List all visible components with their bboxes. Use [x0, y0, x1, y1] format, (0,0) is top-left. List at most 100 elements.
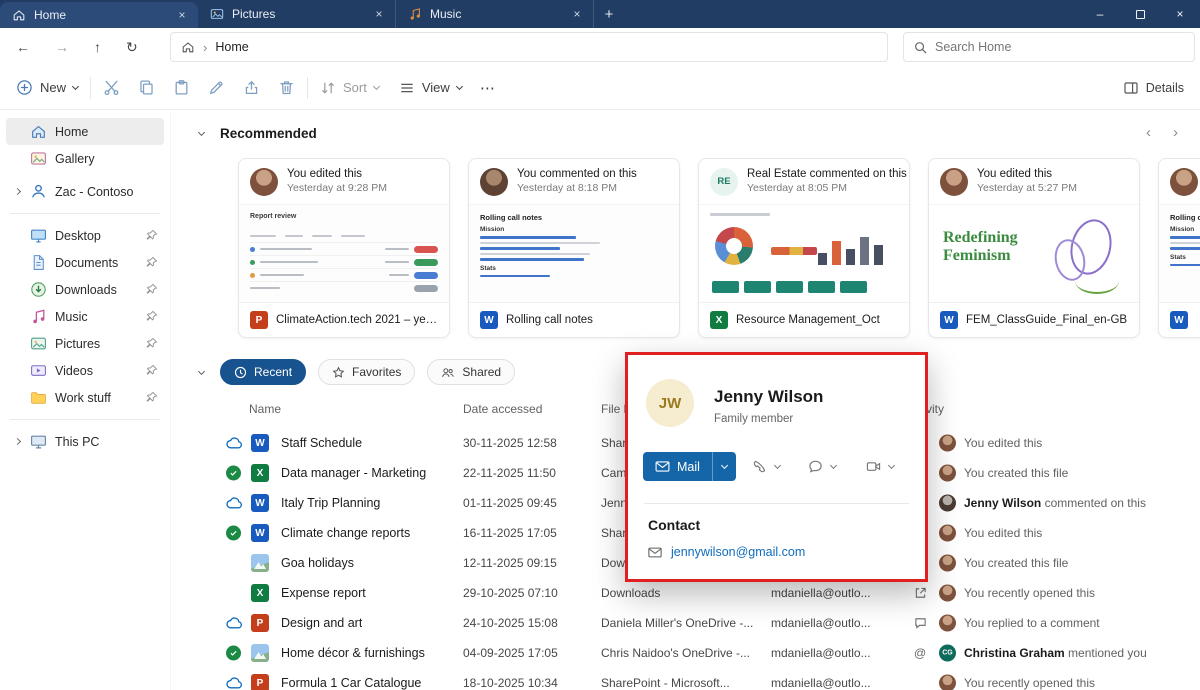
carousel-right-button[interactable]: ›: [1173, 124, 1178, 141]
sidebar-item-videos[interactable]: Videos: [6, 357, 164, 384]
view-icon: [399, 80, 415, 96]
up-button[interactable]: ↑: [94, 39, 101, 55]
tab-home[interactable]: Home ×: [0, 2, 198, 28]
recommended-card[interactable]: RE Real Estate commented on this Yesterd…: [698, 158, 910, 338]
view-button[interactable]: View: [399, 80, 462, 96]
breadcrumb[interactable]: Home: [215, 40, 248, 54]
tab-close-icon[interactable]: ×: [174, 7, 190, 23]
table-row[interactable]: Formula 1 Car Catalogue 18-10-2025 10:34…: [171, 668, 1200, 690]
more-options-button[interactable]: ⋯: [480, 79, 497, 97]
share-button[interactable]: [243, 79, 260, 96]
recommended-card[interactable]: You edited this Yesterday at 5:27 PM Red…: [928, 158, 1140, 338]
cloud-sync-icon: [226, 677, 243, 690]
file-explorer-window: Home × Pictures × Music × + – × ← →: [0, 0, 1200, 690]
rename-button[interactable]: [208, 79, 225, 96]
maximize-button[interactable]: [1120, 0, 1160, 28]
recommended-collapse-chevron[interactable]: [199, 132, 204, 135]
excel-file-icon: [710, 311, 728, 329]
titlebar: Home × Pictures × Music × + – ×: [0, 0, 1200, 28]
call-button[interactable]: [752, 459, 780, 474]
file-name[interactable]: Goa holidays: [281, 556, 354, 570]
recommended-card[interactable]: Rolling call notes Mission Stats: [1158, 158, 1200, 338]
paste-button[interactable]: [173, 79, 190, 96]
delete-button[interactable]: [278, 79, 295, 96]
minimize-button[interactable]: –: [1080, 0, 1120, 28]
forward-button[interactable]: →: [55, 39, 69, 55]
sidebar-item-this-pc[interactable]: This PC: [6, 428, 164, 455]
sidebar-item-documents[interactable]: Documents: [6, 249, 164, 276]
chevron-right-icon[interactable]: [12, 189, 22, 194]
file-name[interactable]: Home décor & furnishings: [281, 646, 425, 660]
sidebar-item-zac-contoso[interactable]: Zac - Contoso: [6, 178, 164, 205]
file-name[interactable]: Design and art: [281, 616, 362, 630]
sidebar-item-work-stuff[interactable]: Work stuff: [6, 384, 164, 411]
dashboard-preview: [699, 205, 909, 302]
sidebar-item-gallery[interactable]: Gallery: [6, 145, 164, 172]
date-accessed: 12-11-2025 09:15: [463, 556, 557, 570]
file-filters: Recent Favorites Shared: [199, 359, 515, 385]
details-button[interactable]: Details: [1123, 80, 1184, 96]
chevron-down-icon: [774, 462, 781, 469]
video-call-button[interactable]: [866, 459, 894, 474]
cut-button[interactable]: [103, 79, 120, 96]
card-activity: You edited this: [977, 167, 1077, 182]
address-bar[interactable]: › Home: [170, 32, 888, 62]
refresh-button[interactable]: ↻: [126, 39, 138, 56]
file-name[interactable]: Expense report: [281, 586, 366, 600]
new-button[interactable]: New: [16, 79, 78, 96]
person-icon: [30, 183, 47, 200]
copy-button[interactable]: [138, 79, 155, 96]
file-name[interactable]: Formula 1 Car Catalogue: [281, 676, 421, 690]
column-date-accessed[interactable]: Date accessed: [463, 402, 542, 416]
tab-music[interactable]: Music ×: [396, 0, 594, 28]
filter-recent[interactable]: Recent: [220, 359, 306, 385]
people-icon: [441, 366, 455, 379]
recommended-card[interactable]: You commented on this Yesterday at 8:18 …: [468, 158, 680, 338]
table-row[interactable]: Expense report 29-10-2025 07:10 Download…: [171, 578, 1200, 608]
contact-email-link[interactable]: jennywilson@gmail.com: [671, 545, 805, 559]
filter-favorites[interactable]: Favorites: [318, 359, 415, 385]
file-name[interactable]: Data manager - Marketing: [281, 466, 426, 480]
tab-pictures[interactable]: Pictures ×: [198, 0, 396, 28]
section-collapse-chevron[interactable]: [199, 371, 204, 374]
bar-chart: [818, 223, 883, 265]
command-bar: New Sort View ⋯ Details: [0, 66, 1200, 110]
carousel-left-button[interactable]: ‹: [1146, 124, 1151, 141]
search-input[interactable]: Search Home: [903, 32, 1195, 62]
tab-close-icon[interactable]: ×: [371, 6, 387, 22]
card-time: Yesterday at 8:05 PM: [747, 182, 907, 196]
close-button[interactable]: ×: [1160, 0, 1200, 28]
tab-close-icon[interactable]: ×: [569, 6, 585, 22]
file-location: SharePoint - Microsoft...: [601, 676, 730, 690]
new-tab-button[interactable]: +: [594, 0, 624, 28]
chevron-down-icon: [456, 83, 463, 90]
file-name[interactable]: Italy Trip Planning: [281, 496, 380, 510]
table-row[interactable]: Design and art 24-10-2025 15:08 Daniela …: [171, 608, 1200, 638]
back-button[interactable]: ←: [16, 39, 30, 55]
avatar: [940, 168, 968, 196]
recommended-card[interactable]: You edited this Yesterday at 9:28 PM Rep…: [238, 158, 450, 338]
sidebar-item-pictures[interactable]: Pictures: [6, 330, 164, 357]
card-filename: Rolling call notes: [506, 314, 593, 326]
sidebar-item-music[interactable]: Music: [6, 303, 164, 330]
mail-button[interactable]: Mail: [643, 452, 736, 481]
powerpoint-file-icon: [250, 311, 268, 329]
file-name[interactable]: Climate change reports: [281, 526, 410, 540]
mail-dropdown-button[interactable]: [712, 452, 736, 481]
file-name[interactable]: Staff Schedule: [281, 436, 362, 450]
filter-shared[interactable]: Shared: [427, 359, 515, 385]
sidebar-item-home[interactable]: Home: [6, 118, 164, 145]
file-location: Downloads: [601, 586, 660, 600]
opened-external-icon: [914, 587, 927, 600]
new-label: New: [40, 80, 66, 95]
chevron-right-icon[interactable]: [12, 439, 22, 444]
envelope-icon: [648, 547, 662, 558]
activity-text: Jenny Wilson commented on this: [964, 496, 1146, 510]
sidebar-item-desktop[interactable]: Desktop: [6, 222, 164, 249]
sidebar-item-downloads[interactable]: Downloads: [6, 276, 164, 303]
sort-button[interactable]: Sort: [320, 80, 379, 96]
table-row[interactable]: Home décor & furnishings 04-09-2025 17:0…: [171, 638, 1200, 668]
column-name[interactable]: Name: [249, 402, 281, 416]
activity-text: You edited this: [964, 526, 1042, 540]
chat-button[interactable]: [808, 459, 836, 474]
